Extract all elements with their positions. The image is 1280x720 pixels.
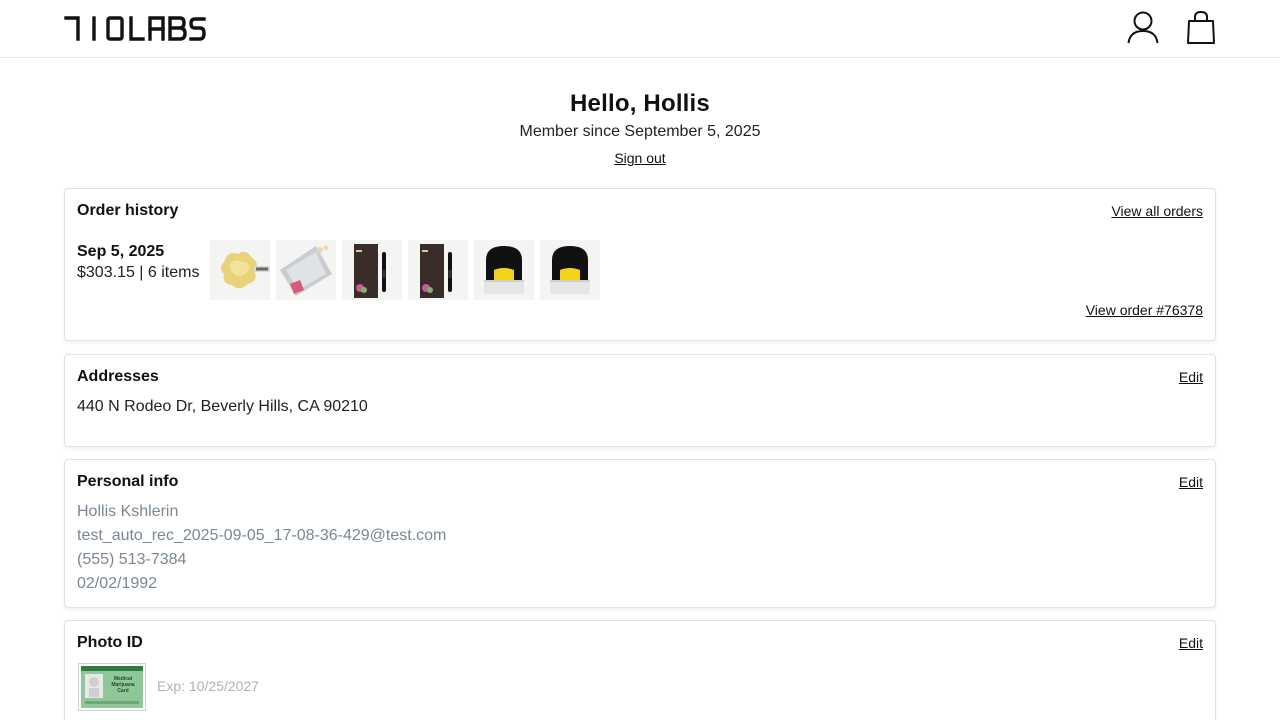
edit-personal-info-link[interactable]: Edit — [1179, 474, 1203, 490]
pod-cartridge-product-image[interactable] — [540, 240, 600, 300]
order-history-title: Order history — [77, 202, 179, 219]
edit-addresses-link[interactable]: Edit — [1179, 369, 1203, 385]
pod-cartridge-product-image[interactable] — [474, 240, 534, 300]
personal-info-title: Personal info — [77, 473, 179, 490]
order-summary: $303.15 | 6 items — [77, 264, 200, 281]
svg-text:Card: Card — [117, 688, 128, 694]
order-history-card: Order history View all orders Sep 5, 202… — [64, 188, 1216, 341]
site-header — [0, 0, 1280, 58]
view-order-link[interactable]: View order #76378 — [1086, 302, 1203, 318]
personal-info-card: Personal info Edit Hollis Kshlerin test_… — [64, 459, 1216, 608]
sign-out-link[interactable]: Sign out — [614, 150, 665, 166]
brand-logo[interactable] — [64, 14, 206, 42]
signout-container: Sign out — [0, 150, 1280, 168]
photo-id-card: Photo ID Edit Medical Marijuana Card Exp… — [64, 620, 1216, 720]
date-of-birth-text: 02/02/1992 — [77, 575, 158, 592]
vape-pen-box-product-image[interactable] — [342, 240, 402, 300]
order-date: Sep 5, 2025 — [77, 243, 165, 260]
vape-pen-box-product-image[interactable] — [408, 240, 468, 300]
shopping-bag-icon[interactable] — [1184, 10, 1218, 46]
concentrate-product-image[interactable] — [210, 240, 270, 300]
user-icon[interactable] — [1126, 10, 1160, 46]
addresses-card: Addresses Edit 440 N Rodeo Dr, Beverly H… — [64, 354, 1216, 447]
address-line: 440 N Rodeo Dr, Beverly Hills, CA 90210 — [77, 398, 368, 415]
photo-id-title: Photo ID — [77, 634, 143, 651]
phone-text: (555) 513-7384 — [77, 551, 187, 568]
full-name-text: Hollis Kshlerin — [77, 503, 179, 520]
greeting-heading: Hello, Hollis — [570, 90, 710, 117]
addresses-title: Addresses — [77, 368, 159, 385]
order-item-thumbnails — [210, 240, 600, 300]
email-text: test_auto_rec_2025-09-05_17-08-36-429@te… — [77, 527, 447, 544]
view-all-orders-link[interactable]: View all orders — [1111, 203, 1203, 219]
foil-pouch-product-image[interactable] — [276, 240, 336, 300]
medical-card-thumbnail[interactable]: Medical Marijuana Card — [78, 663, 146, 711]
id-expiration-text: Exp: 10/25/2027 — [157, 678, 259, 694]
edit-photo-id-link[interactable]: Edit — [1179, 635, 1203, 651]
member-since-text: Member since September 5, 2025 — [519, 123, 761, 140]
